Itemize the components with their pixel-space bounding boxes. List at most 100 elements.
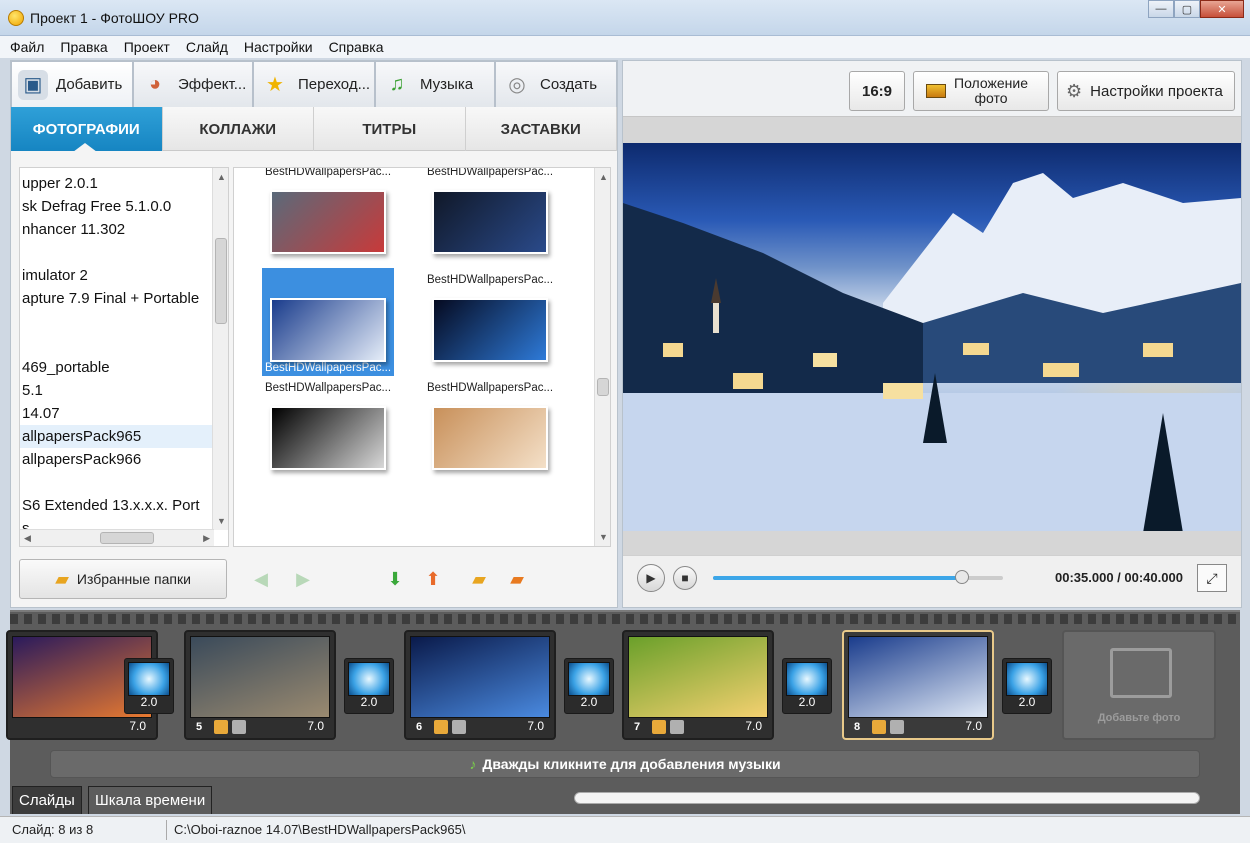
add-all-folder-icon[interactable]: ▰ [505,567,529,591]
speaker-icon[interactable] [452,720,466,734]
subtab-intros[interactable]: ЗАСТАВКИ [466,107,617,151]
winter-village-image [623,173,1241,531]
arrow-down-icon[interactable]: ⬇ [383,567,407,591]
transition-thumbnail[interactable]: 2.0 [124,658,174,714]
edit-pencil-icon[interactable] [872,720,886,734]
edit-pencil-icon[interactable] [434,720,448,734]
fullscreen-button[interactable]: ⤢ [1197,564,1227,592]
folder-item[interactable] [20,241,228,264]
thumbs-scroll-down-icon[interactable]: ▼ [599,532,608,542]
photo-thumbnail[interactable]: BestHDWallpapersPac... [262,376,394,484]
thumbs-scroll-thumb[interactable] [597,378,609,396]
slide-thumbnail[interactable]: 6 7.0 [404,630,556,740]
subtab-photos[interactable]: ФОТОГРАФИИ [11,107,163,152]
folder-horizontal-scrollbar[interactable]: ◀ ▶ [20,529,214,546]
folder-item[interactable]: S6 Extended 13.x.x.x. Port [20,494,228,517]
subtab-collages[interactable]: КОЛЛАЖИ [163,107,314,151]
photo-thumbnail[interactable]: BestHDWallpapersPac... [262,268,394,376]
project-settings-button[interactable]: ⚙ Настройки проекта [1057,71,1235,111]
speaker-icon[interactable] [670,720,684,734]
transition-thumbnail[interactable]: 2.0 [782,658,832,714]
maximize-button[interactable]: ▢ [1174,0,1200,18]
music-track-bar[interactable]: ♪ Дважды кликните для добавления музыки [50,750,1200,778]
play-button[interactable]: ▶ [637,564,665,592]
photo-thumbnail[interactable]: BestHDWallpapersPac... [262,168,394,268]
current-folder-path: C:\Oboi-raznoe 14.07\BestHDWallpapersPac… [174,822,466,837]
folder-vertical-scrollbar[interactable]: ▲ ▼ [212,168,228,530]
folder-item[interactable]: 5.1 [20,379,228,402]
photo-thumbnail[interactable]: BestHDWallpapersPac... [424,376,556,484]
menu-edit[interactable]: Правка [60,39,107,55]
scroll-down-icon[interactable]: ▼ [217,516,226,526]
thumbnail-image [270,190,386,254]
edit-pencil-icon[interactable] [652,720,666,734]
folder-item[interactable]: apture 7.9 Final + Portable [20,287,228,310]
folder-item[interactable]: imulator 2 [20,264,228,287]
folder-item[interactable]: allpapersPack966 [20,448,228,471]
folder-item[interactable] [20,333,228,356]
tab-transitions[interactable]: ★ Переход... [253,61,375,107]
transition-thumbnail[interactable]: 2.0 [344,658,394,714]
tab-create[interactable]: ◎ Создать [495,61,617,107]
tab-timeline[interactable]: Шкала времени [88,786,213,814]
aspect-ratio-button[interactable]: 16:9 [849,71,905,111]
folder-scroll-thumb[interactable] [215,238,227,324]
forward-icon[interactable]: ▶ [291,567,315,591]
picture-icon [926,84,946,98]
photo-thumbnail[interactable]: BestHDWallpapersPac... [424,168,556,268]
speaker-icon[interactable] [232,720,246,734]
edit-pencil-icon[interactable] [214,720,228,734]
menu-help[interactable]: Справка [329,39,384,55]
subtab-titles[interactable]: ТИТРЫ [314,107,466,151]
close-button[interactable]: ✕ [1200,0,1244,18]
transition-thumbnail[interactable]: 2.0 [1002,658,1052,714]
folder-item[interactable]: 14.07 [20,402,228,425]
view-tabs: Слайды Шкала времени [10,784,1240,814]
arrow-up-icon[interactable]: ⬆ [421,567,445,591]
playback-progress-knob[interactable] [955,570,970,584]
back-icon[interactable]: ◀ [249,567,273,591]
timeline-scrollbar[interactable] [574,792,1200,804]
house-light [1143,343,1173,357]
speaker-icon[interactable] [890,720,904,734]
transition-thumbnail[interactable]: 2.0 [564,658,614,714]
tab-slides[interactable]: Слайды [12,786,82,814]
folder-item[interactable] [20,310,228,333]
favorite-folders-button[interactable]: ▰ Избранные папки [19,559,227,599]
photo-thumbnail[interactable]: BestHDWallpapersPac... [424,268,556,376]
thumbnail-image [270,298,386,362]
scroll-left-icon[interactable]: ◀ [24,533,31,544]
menu-slide[interactable]: Слайд [186,39,228,55]
playback-progress-track[interactable] [713,570,1003,584]
menu-bar: Файл Правка Проект Слайд Настройки Справ… [0,36,1250,58]
menu-settings[interactable]: Настройки [244,39,313,55]
folder-item[interactable]: sk Defrag Free 5.1.0.0 [20,195,228,218]
folder-tree[interactable]: upper 2.0.1 sk Defrag Free 5.1.0.0 nhancer… [19,167,229,547]
slide-thumbnail[interactable]: 5 7.0 [184,630,336,740]
slide-thumbnail[interactable]: 7 7.0 [622,630,774,740]
menu-file[interactable]: Файл [10,39,44,55]
scroll-right-icon[interactable]: ▶ [203,533,210,544]
folder-hscroll-thumb[interactable] [100,532,154,544]
folder-item[interactable]: nhancer 11.302 [20,218,228,241]
folder-item[interactable]: upper 2.0.1 [20,172,228,195]
add-folder-icon[interactable]: ▰ [467,567,491,591]
minimize-button[interactable]: — [1148,0,1174,18]
tab-music[interactable]: ♫ Музыка [375,61,495,107]
menu-project[interactable]: Проект [124,39,170,55]
thumbnail-caption: BestHDWallpapersPac... [264,382,392,394]
tab-effects[interactable]: ◕ Эффект... [133,61,253,107]
slide-thumbnail[interactable]: 8 7.0 [842,630,994,740]
photo-thumbnails-pane: BestHDWallpapersPac... BestHDWallpapersPa… [233,167,611,547]
add-photo-slot[interactable]: Добавьте фото [1062,630,1216,740]
tab-add[interactable]: ▣ Добавить [11,61,133,107]
thumbs-vertical-scrollbar[interactable]: ▲ ▼ [594,168,610,546]
thumbnail-image [432,406,548,470]
scroll-up-icon[interactable]: ▲ [217,172,226,182]
photo-position-button[interactable]: Положение фото [913,71,1049,111]
thumbs-scroll-up-icon[interactable]: ▲ [599,172,608,182]
folder-item[interactable] [20,471,228,494]
folder-item[interactable]: 469_portable [20,356,228,379]
stop-button[interactable]: ■ [673,566,697,590]
folder-item[interactable]: allpapersPack965 [20,425,228,448]
